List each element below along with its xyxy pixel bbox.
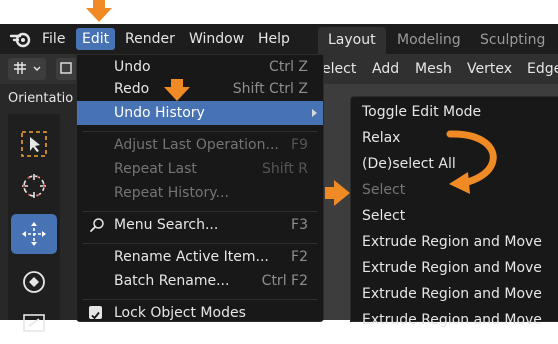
menu-window[interactable]: Window <box>183 28 250 50</box>
menu-item-adjust-last-operation[interactable]: Adjust Last Operation... F9 <box>77 133 323 157</box>
redo-label: Redo <box>114 81 150 97</box>
history-item-label: Select <box>362 182 406 198</box>
tool-column <box>8 114 60 332</box>
repeat-history-label: Repeat History... <box>114 185 229 201</box>
move-tool-icon[interactable] <box>11 214 57 254</box>
history-item[interactable]: Extrude Region and Move <box>351 307 558 333</box>
menu-item-lock-object-modes[interactable]: Lock Object Modes <box>77 301 323 325</box>
left-toolbar-panel: Orientatio <box>0 84 82 332</box>
redo-shortcut: Shift Ctrl Z <box>232 81 308 97</box>
history-item-current[interactable]: Select <box>351 177 558 203</box>
history-item-label: (De)select All <box>362 156 456 172</box>
tab-modeling[interactable]: Modeling <box>387 27 471 54</box>
history-item-label: Extrude Region and Move <box>362 260 542 276</box>
history-item[interactable]: Relax <box>351 125 558 151</box>
repeat-last-shortcut: Shift R <box>262 161 308 177</box>
undo-history-submenu: Toggle Edit Mode Relax (De)select All Se… <box>350 96 558 328</box>
adjust-last-label: Adjust Last Operation... <box>114 137 279 153</box>
menu-item-redo[interactable]: Redo Shift Ctrl Z <box>77 77 323 101</box>
history-item-label: Toggle Edit Mode <box>362 104 482 120</box>
rotate-tool-icon[interactable] <box>11 262 57 302</box>
submenu-arrow-icon <box>312 109 317 117</box>
history-item[interactable]: Toggle Edit Mode <box>351 99 558 125</box>
header-menu-mesh[interactable]: Mesh <box>415 58 452 80</box>
top-menubar: File Edit Render Window Help Layout Mode… <box>0 24 558 54</box>
menu-item-undo-history[interactable]: Undo History <box>77 101 323 125</box>
menu-item-menu-search[interactable]: Menu Search... F3 <box>77 213 323 237</box>
orientation-label[interactable]: Orientatio <box>8 84 73 114</box>
top-strip <box>0 0 558 24</box>
history-item-label: Extrude Region and Move <box>362 312 542 328</box>
history-item-label: Relax <box>362 130 401 146</box>
history-item-label: Extrude Region and Move <box>362 286 542 302</box>
batch-rename-label: Batch Rename... <box>114 273 230 289</box>
menu-separator <box>83 131 317 132</box>
undo-shortcut: Ctrl Z <box>269 59 308 75</box>
history-item[interactable]: Select <box>351 203 558 229</box>
rename-active-label: Rename Active Item... <box>114 249 269 265</box>
header-menu-edge[interactable]: Edge <box>527 58 558 80</box>
menu-item-undo[interactable]: Undo Ctrl Z <box>77 55 323 79</box>
menu-edit[interactable]: Edit <box>76 28 116 50</box>
history-item[interactable]: Extrude Region and Move <box>351 229 558 255</box>
menu-file[interactable]: File <box>36 28 71 50</box>
history-item[interactable]: Extrude Region and Move <box>351 255 558 281</box>
menu-item-batch-rename[interactable]: Batch Rename... Ctrl F2 <box>77 269 323 293</box>
mode-selector-button[interactable] <box>8 58 46 80</box>
checkbox-checked-icon[interactable] <box>89 306 102 320</box>
menu-separator <box>83 243 317 244</box>
select-mode-icon[interactable] <box>56 58 78 80</box>
header-menu-vertex[interactable]: Vertex <box>467 58 512 80</box>
tab-layout[interactable]: Layout <box>318 27 386 54</box>
history-item[interactable]: (De)select All <box>351 151 558 177</box>
search-icon <box>89 217 105 241</box>
undo-history-label: Undo History <box>114 105 205 121</box>
menu-search-label: Menu Search... <box>114 217 219 233</box>
cursor-tool-icon[interactable] <box>11 166 57 206</box>
menu-item-rename-active-item[interactable]: Rename Active Item... F2 <box>77 245 323 269</box>
menu-separator <box>83 299 317 300</box>
menu-help[interactable]: Help <box>252 28 296 50</box>
edit-dropdown-menu: Undo Ctrl Z Redo Shift Ctrl Z Undo Histo… <box>76 54 324 322</box>
header-menu-add[interactable]: Add <box>372 58 399 80</box>
scale-tool-icon[interactable] <box>11 304 57 344</box>
header-menu-select[interactable]: elect <box>322 58 356 80</box>
undo-label: Undo <box>114 59 151 75</box>
adjust-last-shortcut: F9 <box>291 137 308 153</box>
menu-render[interactable]: Render <box>119 28 181 50</box>
tab-sculpting[interactable]: Sculpting <box>470 27 555 54</box>
repeat-last-label: Repeat Last <box>114 161 197 177</box>
history-item-label: Extrude Region and Move <box>362 234 542 250</box>
batch-rename-shortcut: Ctrl F2 <box>261 273 308 289</box>
menu-item-repeat-history[interactable]: Repeat History... <box>77 181 323 205</box>
select-box-tool-icon[interactable] <box>11 124 57 164</box>
blender-logo-icon[interactable] <box>8 28 34 50</box>
menu-separator <box>83 211 317 212</box>
menu-search-shortcut: F3 <box>291 217 308 233</box>
lock-object-modes-label: Lock Object Modes <box>114 305 246 321</box>
rename-active-shortcut: F2 <box>291 249 308 265</box>
history-item[interactable]: Extrude Region and Move <box>351 281 558 307</box>
menu-item-repeat-last[interactable]: Repeat Last Shift R <box>77 157 323 181</box>
history-item-label: Select <box>362 208 406 224</box>
